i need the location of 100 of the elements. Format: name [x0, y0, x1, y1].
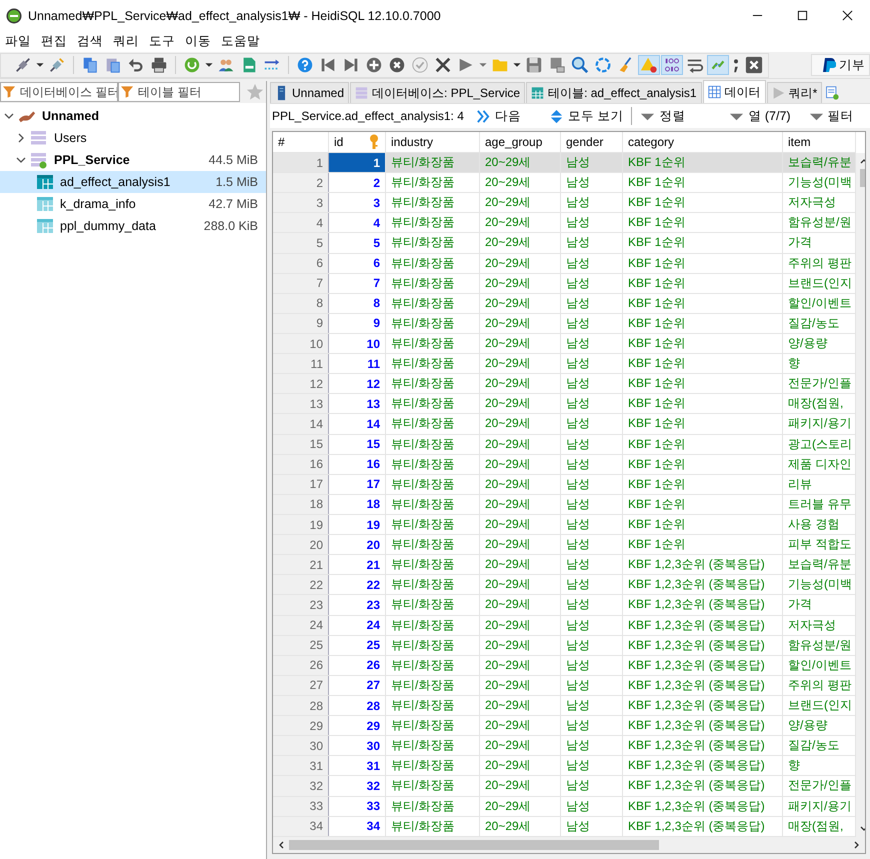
table-cell: 4 [328, 212, 386, 233]
help-icon[interactable] [295, 56, 315, 74]
column-header[interactable]: industry [386, 132, 480, 152]
printer-icon[interactable] [149, 56, 169, 74]
menu-item[interactable]: 쿼리 [110, 33, 146, 50]
table-cell: 7 [328, 273, 386, 294]
horizontal-scrollbar[interactable] [273, 837, 865, 853]
table-cell: 뷰티/화장품 [386, 313, 480, 334]
server-icon [275, 85, 288, 101]
search-icon[interactable] [570, 56, 590, 74]
row-number: 13 [273, 394, 328, 414]
tree-item[interactable]: Unnamed [0, 105, 266, 127]
database-icon [30, 129, 48, 147]
table-cell: KBF 1순위 [622, 394, 782, 414]
table-cell: 뷰티/화장품 [386, 675, 480, 696]
add-icon[interactable] [364, 56, 384, 74]
table-cell: 20~29세 [480, 192, 560, 213]
table-cell: 남성 [560, 253, 622, 274]
row-number: 19 [273, 514, 328, 535]
column-header[interactable]: item [782, 132, 856, 152]
chevron-icon[interactable] [16, 155, 26, 165]
table-cell: 20~29세 [480, 152, 560, 173]
plug-icon[interactable] [47, 56, 67, 74]
column-header[interactable]: # [273, 132, 328, 152]
close-icon[interactable] [433, 56, 453, 74]
row-number: 2 [273, 172, 328, 193]
tab[interactable]: 데이터 [702, 80, 766, 103]
show-all-button[interactable]: 모두 보기 [544, 108, 628, 124]
tree-item[interactable]: ad_effect_analysis1 1.5 MiB [0, 171, 266, 193]
table-cell: 16 [328, 454, 386, 474]
table-cell: 남성 [560, 554, 622, 575]
table-cell: 남성 [560, 394, 622, 414]
menu-item[interactable]: 도구 [146, 33, 182, 50]
row-number: 22 [273, 574, 328, 595]
menu-item[interactable]: 편집 [38, 33, 74, 50]
scrollbar-thumb[interactable] [289, 840, 659, 850]
star-icon[interactable] [246, 83, 264, 101]
tab[interactable]: 쿼리* [766, 82, 822, 103]
donate-button[interactable]: 기부 [811, 54, 870, 76]
row-number: 7 [273, 273, 328, 294]
table-cell: 뷰티/화장품 [386, 796, 480, 816]
chevron-icon[interactable] [16, 133, 26, 143]
menu-item[interactable]: 검색 [74, 33, 110, 50]
table-cell: 21 [328, 554, 386, 575]
column-header[interactable]: category [622, 132, 782, 152]
table-cell: 23 [328, 594, 386, 616]
table-cell: 19 [328, 514, 386, 535]
table-cell: 20 [328, 534, 386, 555]
warning-icon[interactable] [639, 56, 659, 74]
table-cell: 33 [328, 796, 386, 816]
chevron-icon[interactable] [4, 111, 14, 121]
close-icon[interactable] [744, 56, 764, 74]
columns-button[interactable]: 열 (7/7) [725, 108, 795, 124]
plug-icon[interactable] [13, 56, 33, 74]
table-cell: 남성 [560, 333, 622, 354]
filter-button[interactable]: 필터 [804, 108, 858, 124]
tab[interactable]: 데이터베이스: PPL_Service [350, 82, 526, 103]
table-cell: KBF 1,2,3순위 (중복응답) [622, 695, 782, 716]
binary-icon[interactable] [662, 56, 682, 74]
row-number: 15 [273, 434, 328, 454]
table-cell: 뷰티/화장품 [386, 594, 480, 616]
tree-item[interactable]: Users [0, 127, 266, 149]
table-cell: 남성 [560, 434, 622, 454]
menu-item[interactable]: 도움말 [218, 33, 267, 50]
table-cell: 뷰티/화장품 [386, 273, 480, 294]
table-icon [531, 85, 544, 101]
row-number: 9 [273, 313, 328, 334]
table-cell: 20~29세 [480, 756, 560, 776]
table-cell: 뷰티/화장품 [386, 394, 480, 414]
column-header[interactable]: age_group [480, 132, 560, 152]
reload-icon[interactable] [593, 56, 613, 74]
column-header[interactable]: gender [560, 132, 622, 152]
table-cell: 뷰티/화장품 [386, 494, 480, 514]
next-button[interactable]: 다음 [472, 108, 525, 124]
column-header[interactable]: id [328, 132, 386, 152]
tree-item[interactable]: k_drama_info 42.7 MiB [0, 193, 266, 215]
menu-item[interactable]: 이동 [182, 33, 218, 50]
tree-item[interactable]: PPL_Service 44.5 MiB [0, 149, 266, 171]
table-cell: 20~29세 [480, 796, 560, 816]
table-cell: KBF 1,2,3순위 (중복응답) [622, 796, 782, 816]
table-cell: 남성 [560, 635, 622, 656]
tab[interactable]: Unnamed [270, 82, 350, 103]
table-cell: 남성 [560, 594, 622, 616]
check-icon[interactable] [410, 56, 430, 74]
table-cell: 20~29세 [480, 273, 560, 294]
table-cell: 뷰티/화장품 [386, 716, 480, 736]
delete-icon[interactable] [387, 56, 407, 74]
new-query-icon[interactable] [825, 85, 840, 101]
table-cell: 13 [328, 394, 386, 414]
save-icon[interactable] [524, 56, 544, 74]
table-cell: 남성 [560, 756, 622, 776]
table-cell: 20~29세 [480, 534, 560, 555]
table-cell: 28 [328, 695, 386, 716]
tree-item[interactable]: ppl_dummy_data 288.0 KiB [0, 215, 266, 237]
table-cell: KBF 1순위 [622, 273, 782, 294]
table-cell: 20~29세 [480, 514, 560, 535]
menu-item[interactable]: 파일 [2, 33, 38, 50]
table-cell: 남성 [560, 313, 622, 334]
tab[interactable]: 테이블: ad_effect_analysis1 [526, 82, 702, 103]
sort-button[interactable]: 정렬 [636, 108, 690, 124]
